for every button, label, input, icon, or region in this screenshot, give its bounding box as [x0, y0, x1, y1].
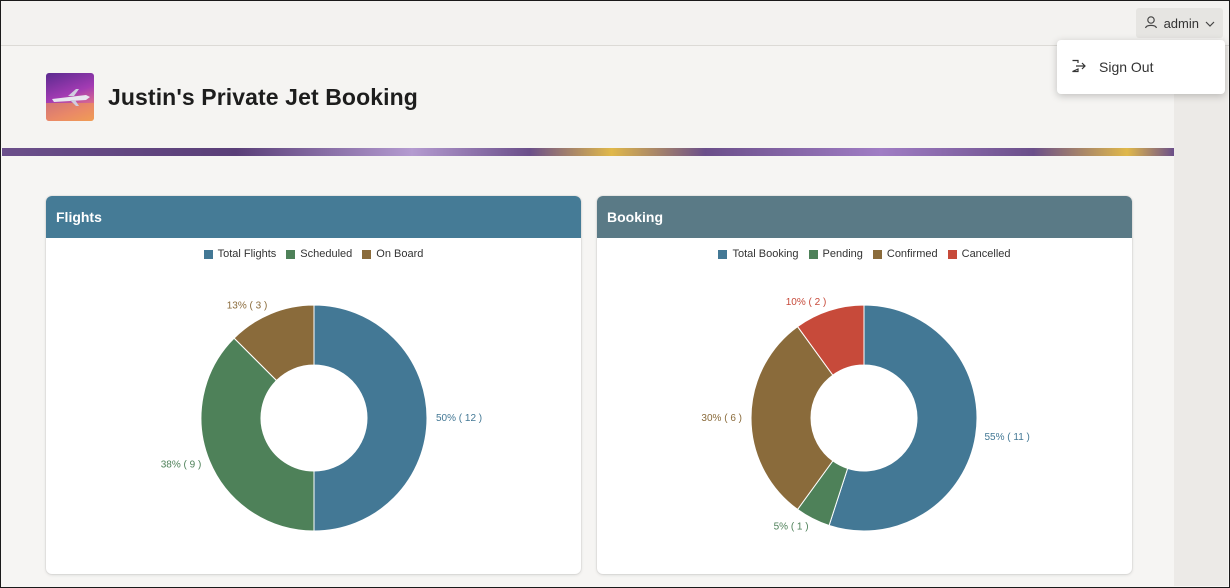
user-menu-button[interactable]: admin	[1135, 8, 1223, 38]
data-label: 10% ( 2 )	[786, 297, 827, 308]
user-name: admin	[1163, 15, 1199, 31]
donut-slice[interactable]	[313, 304, 428, 532]
sign-out-icon	[1071, 59, 1087, 76]
top-bar: admin	[1, 1, 1229, 46]
user-icon	[1144, 15, 1158, 32]
page-header: Justin's Private Jet Booking	[2, 46, 1174, 150]
flights-region-header: Flights	[46, 196, 581, 238]
data-label: 30% ( 6 )	[701, 413, 742, 424]
app-logo	[46, 73, 94, 121]
data-label: 5% ( 1 )	[774, 522, 809, 533]
booking-region-title: Booking	[607, 209, 663, 225]
data-label: 50% ( 12 )	[436, 413, 482, 424]
sign-out-menu-item[interactable]: Sign Out	[1057, 40, 1225, 94]
data-label: 38% ( 9 )	[161, 460, 202, 471]
scrollbar[interactable]	[1174, 46, 1228, 586]
booking-donut-chart: 55% ( 11 ) 5% ( 1 ) 30% ( 6 ) 10% ( 2 )	[701, 297, 1029, 533]
flights-donut-chart: 50% ( 12 ) 38% ( 9 ) 13% ( 3 )	[161, 300, 482, 532]
decorative-banner	[2, 148, 1174, 156]
sign-out-label: Sign Out	[1099, 59, 1154, 75]
flights-region-title: Flights	[56, 209, 102, 225]
data-label: 55% ( 11 )	[984, 432, 1029, 443]
booking-region-header: Booking	[597, 196, 1132, 238]
data-label: 13% ( 3 )	[227, 300, 268, 311]
chevron-down-icon	[1205, 16, 1215, 31]
booking-region: Booking Total Booking Pending Confirmed Can…	[597, 196, 1132, 574]
flights-region: Flights Total Flights Scheduled On Board 5…	[46, 196, 581, 574]
page-title: Justin's Private Jet Booking	[108, 84, 418, 110]
